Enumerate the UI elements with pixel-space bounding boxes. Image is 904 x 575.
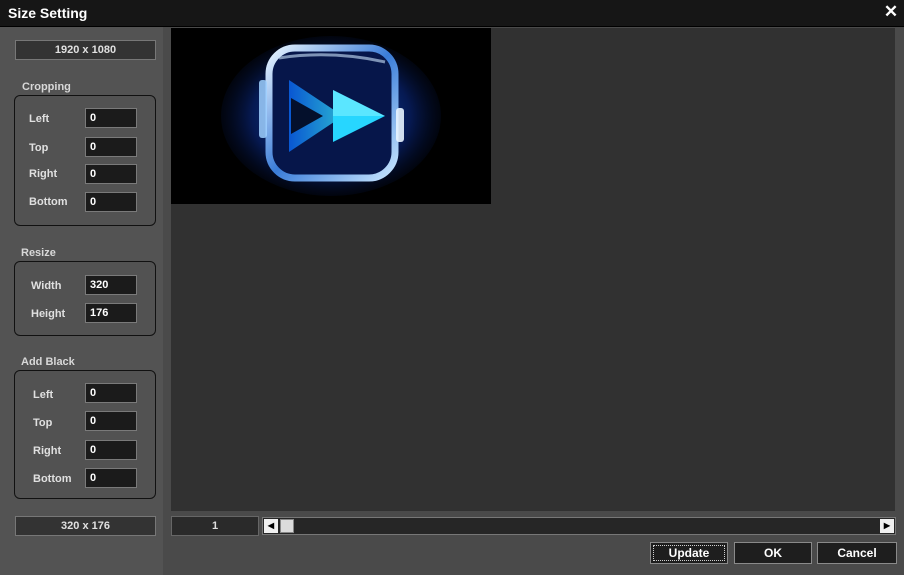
cancel-button[interactable]: Cancel bbox=[817, 542, 897, 564]
black-right-input[interactable] bbox=[85, 440, 137, 460]
cropping-label: Cropping bbox=[22, 81, 71, 93]
resize-width-input[interactable] bbox=[85, 275, 137, 295]
add-black-label: Add Black bbox=[21, 356, 75, 368]
black-right-label: Right bbox=[33, 445, 62, 457]
frame-number: 1 bbox=[171, 516, 259, 536]
crop-left-input[interactable] bbox=[85, 108, 137, 128]
play-logo-icon bbox=[171, 28, 491, 204]
crop-bottom-label: Bottom bbox=[29, 196, 68, 208]
source-size-display: 1920 x 1080 bbox=[15, 40, 156, 60]
crop-right-input[interactable] bbox=[85, 164, 137, 184]
black-bottom-label: Bottom bbox=[33, 473, 72, 485]
black-top-input[interactable] bbox=[85, 411, 137, 431]
preview-image bbox=[171, 28, 491, 204]
ok-button[interactable]: OK bbox=[734, 542, 812, 564]
black-bottom-input[interactable] bbox=[85, 468, 137, 488]
scroll-right-arrow-icon[interactable]: ▶ bbox=[880, 519, 894, 533]
crop-top-input[interactable] bbox=[85, 137, 137, 157]
close-icon[interactable]: ✕ bbox=[882, 3, 900, 21]
black-top-label: Top bbox=[33, 417, 53, 429]
title-bar: Size Setting ✕ bbox=[0, 0, 904, 27]
resize-height-input[interactable] bbox=[85, 303, 137, 323]
resize-group bbox=[14, 261, 156, 336]
crop-left-label: Left bbox=[29, 113, 50, 125]
black-left-label: Left bbox=[33, 389, 54, 401]
crop-right-label: Right bbox=[29, 168, 58, 180]
timeline-scrollbar[interactable]: ◀ ▶ bbox=[262, 517, 896, 535]
output-size-display: 320 x 176 bbox=[15, 516, 156, 536]
scroll-thumb[interactable] bbox=[280, 519, 294, 533]
crop-bottom-input[interactable] bbox=[85, 192, 137, 212]
resize-label: Resize bbox=[21, 247, 56, 259]
preview-area bbox=[171, 28, 895, 511]
resize-width-label: Width bbox=[31, 280, 62, 292]
black-left-input[interactable] bbox=[85, 383, 137, 403]
scroll-left-arrow-icon[interactable]: ◀ bbox=[264, 519, 278, 533]
window-title: Size Setting bbox=[8, 5, 88, 21]
crop-top-label: Top bbox=[29, 142, 49, 154]
update-button[interactable]: Update bbox=[650, 542, 728, 564]
resize-height-label: Height bbox=[31, 308, 66, 320]
